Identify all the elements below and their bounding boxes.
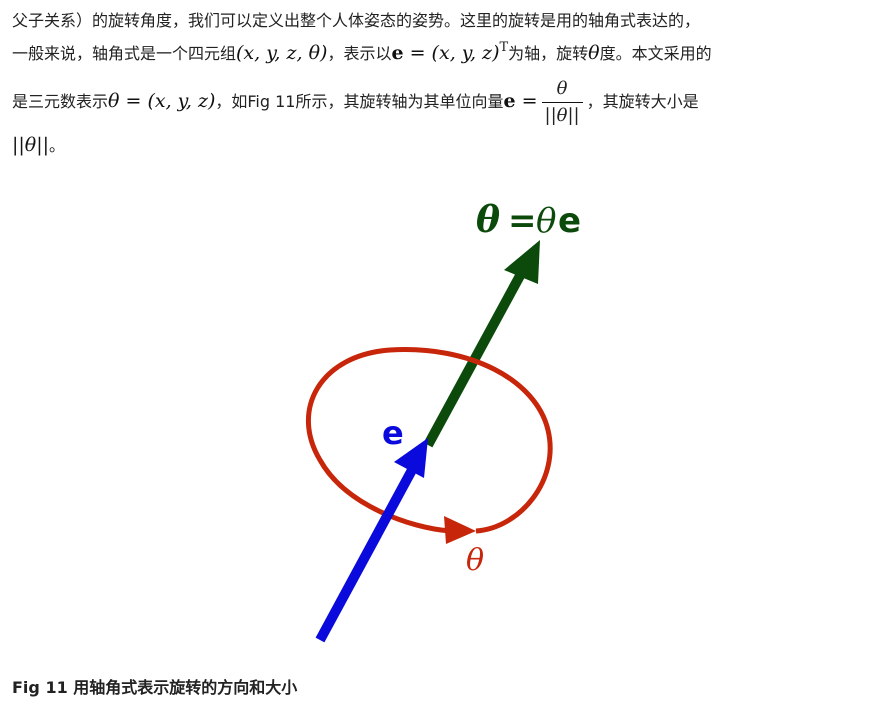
- label-e-axis: e: [558, 201, 581, 241]
- text-segment: ，其旋转大小是: [586, 92, 699, 111]
- math-quadruple: (x, y, z, θ): [236, 42, 328, 64]
- text-segment: 。: [49, 136, 66, 155]
- paragraph-line-2: 一般来说，轴角式是一个四元组(x, y, z, θ)，表示以e = (x, y,…: [12, 40, 712, 67]
- axis-angle-figure: θ = θ e e θ: [0, 160, 883, 650]
- math-unit-vector: e =: [503, 90, 537, 112]
- paragraph-line-1: 父子关系）的旋转角度，我们可以定义出整个人体姿态的姿势。这里的旋转是用的轴角式表…: [12, 10, 700, 32]
- label-theta-scalar: θ: [536, 201, 556, 241]
- text-segment: 一般来说，轴角式是一个四元组: [12, 44, 237, 63]
- rotation-arrowhead: [444, 516, 476, 544]
- math-fraction: θ ||θ||: [541, 78, 583, 127]
- transpose-superscript: T: [499, 40, 509, 55]
- label-rotation-theta: θ: [466, 543, 484, 578]
- label-unit-vector-e: e: [382, 414, 404, 452]
- equals-sign: =: [515, 90, 538, 112]
- fraction-numerator: θ: [541, 78, 583, 103]
- text-segment: 为轴，旋转: [508, 44, 589, 63]
- vector-e-symbol: e: [391, 42, 404, 64]
- text-segment: ，如Fig 11所示，其旋转轴为其单位向量: [215, 92, 504, 111]
- label-equals: =: [508, 201, 537, 241]
- paragraph-line-4: ||θ||。: [12, 134, 65, 157]
- unit-vector-shaft: [315, 467, 417, 643]
- math-theta-triplet: θ = (x, y, z): [108, 90, 216, 112]
- math-norm-theta: ||θ||: [12, 134, 50, 156]
- math-vector-e: e = (x, y, z): [391, 42, 499, 64]
- rotation-axis-arrowhead: [504, 240, 540, 284]
- paragraph-line-3: 是三元数表示θ = (x, y, z)，如Fig 11所示，其旋转轴为其单位向量…: [12, 78, 699, 127]
- fraction-denominator: ||θ||: [544, 105, 580, 126]
- label-theta-vector: θ: [476, 199, 500, 241]
- math-theta: θ: [588, 42, 600, 64]
- math-axis-expression: = (x, y, z): [403, 42, 500, 64]
- vector-e-symbol: e: [503, 90, 516, 112]
- text-segment: ，表示以: [327, 44, 392, 63]
- text-segment: 是三元数表示: [12, 92, 109, 111]
- figure-caption: Fig 11 用轴角式表示旋转的方向和大小: [12, 678, 298, 697]
- axis-angle-diagram: θ = θ e e θ: [306, 199, 581, 643]
- text-segment: 度。本文采用的: [599, 44, 712, 63]
- text-segment: 父子关系）的旋转角度，我们可以定义出整个人体姿态的姿势。这里的旋转是用的轴角式表…: [12, 11, 701, 30]
